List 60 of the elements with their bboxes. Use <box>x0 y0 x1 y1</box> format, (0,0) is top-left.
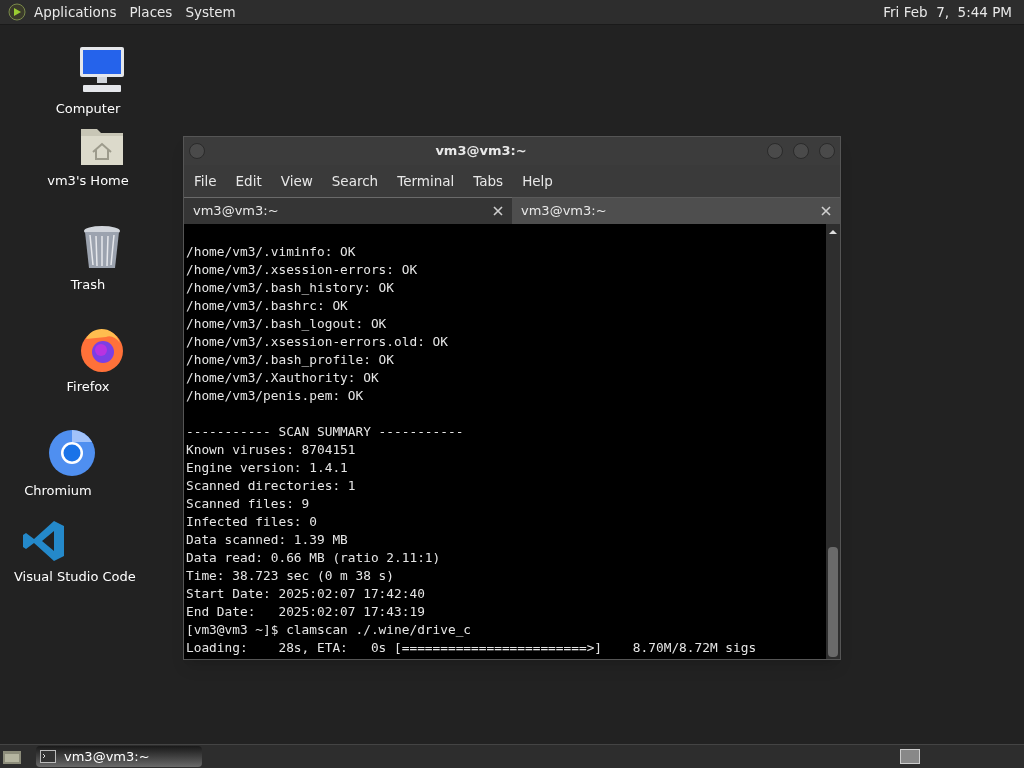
close-tab-icon[interactable] <box>493 206 503 216</box>
terminal-line: Start Date: 2025:02:07 17:42:40 <box>186 585 425 603</box>
terminal-line: /home/vm3/.xsession-errors.old: OK <box>186 333 448 351</box>
menu-item[interactable]: Edit <box>235 170 262 192</box>
terminal-line: Loading: 28s, ETA: 0s [========================>] 8.70M/8.72M sigs <box>186 639 757 657</box>
window-title: vm3@vm3:~ <box>434 142 528 161</box>
tab[interactable]: vm3@vm3:~ <box>512 197 840 224</box>
terminal-line: Time: 38.723 sec (0 m 38 s) <box>186 567 395 585</box>
menu-item[interactable]: Help <box>522 170 553 192</box>
terminal-line: Data scanned: 1.39 MB <box>186 531 348 549</box>
menu-item[interactable]: Search <box>331 170 379 192</box>
terminal-line: [vm3@vm3 ~]$ clamscan ./.wine/drive_c <box>186 621 472 639</box>
terminal-line: Data read: 0.66 MB (ratio 2.11:1) <box>186 549 441 567</box>
code-editor-icon <box>22 519 66 563</box>
tab[interactable]: vm3@vm3:~ <box>184 197 512 224</box>
terminal-line: /home/vm3/.bash_logout: OK <box>186 315 387 333</box>
maximize-icon[interactable] <box>793 143 809 159</box>
desktop-icon-label[interactable]: Visual Studio Code <box>14 567 134 587</box>
scroll-thumb[interactable] <box>828 547 838 657</box>
show-desktop-icon[interactable] <box>2 748 22 765</box>
menu-item[interactable]: View <box>280 170 313 192</box>
computer-icon <box>77 45 127 95</box>
desktop-icon-label[interactable]: Computer <box>14 99 162 119</box>
logo-icon[interactable] <box>8 3 26 21</box>
terminal-line: Known viruses: 8704151 <box>186 441 356 459</box>
chromium-icon <box>48 429 96 477</box>
terminal-line: /home/vm3/.Xauthority: OK <box>186 369 379 387</box>
terminal-line: Engine version: 1.4.1 <box>186 459 348 477</box>
workspace-switcher[interactable] <box>900 749 920 764</box>
scroll-up-icon[interactable] <box>828 227 838 237</box>
close-tab-icon[interactable] <box>821 206 831 216</box>
terminal-line: /home/vm3/.xsession-errors: OK <box>186 261 418 279</box>
clock[interactable]: Fri Feb 7, 5:44 PM <box>883 1 1016 23</box>
menu-item[interactable]: File <box>194 170 217 192</box>
menu-item[interactable]: Tabs <box>473 170 504 192</box>
taskbar-button[interactable]: vm3@vm3:~ <box>36 746 202 767</box>
terminal-line: /home/vm3/.bash_profile: OK <box>186 351 395 369</box>
minimize-icon[interactable] <box>767 143 783 159</box>
terminal-line: /home/vm3/.viminfo: OK <box>186 243 356 261</box>
scrollbar[interactable] <box>826 224 840 659</box>
terminal-line: End Date: 2025:02:07 17:43:19 <box>186 603 425 621</box>
desktop-icon-label[interactable]: Firefox <box>14 377 162 397</box>
trash-icon <box>82 225 122 271</box>
panel-menu[interactable]: Places <box>129 1 173 23</box>
terminal-line: /home/vm3/penis.pem: OK <box>186 387 364 405</box>
panel-menu[interactable]: Applications <box>34 1 117 23</box>
desktop-icon-label[interactable]: Trash <box>14 275 162 295</box>
terminal-line: /home/vm3/.bashrc: OK <box>186 297 348 315</box>
terminal-line: ----------- SCAN SUMMARY ----------- <box>186 423 464 441</box>
desktop-icon-label[interactable]: vm3's Home <box>14 171 162 191</box>
desktop-icon-label[interactable]: Chromium <box>14 481 102 501</box>
panel-menu[interactable]: System <box>185 1 236 23</box>
window-menu-icon[interactable] <box>189 143 205 159</box>
terminal-line: Infected files: 0 <box>186 513 317 531</box>
terminal-line: Scanned directories: 1 <box>186 477 356 495</box>
terminal-line: /home/vm3/.bash_history: OK <box>186 279 395 297</box>
menu-item[interactable]: Terminal <box>397 170 455 192</box>
terminal-line: Scanned files: 9 <box>186 495 310 513</box>
close-icon[interactable] <box>819 143 835 159</box>
terminal-icon <box>40 750 56 763</box>
